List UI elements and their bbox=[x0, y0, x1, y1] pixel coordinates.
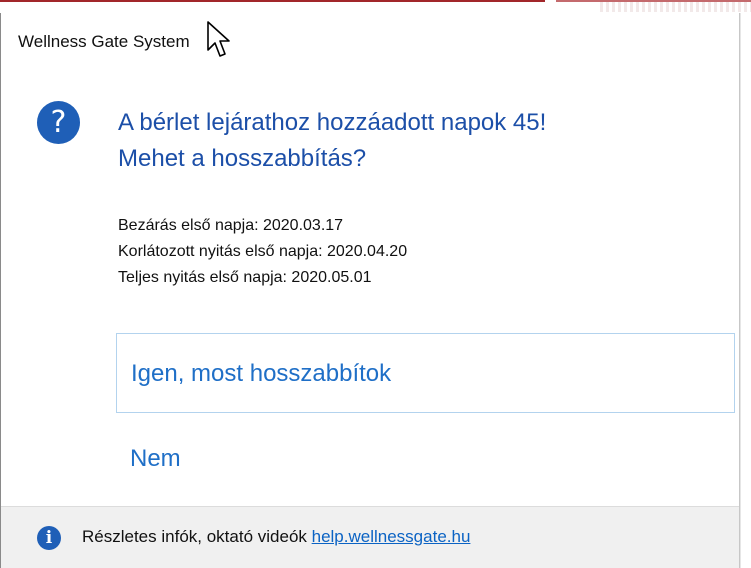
no-label: Nem bbox=[130, 445, 181, 472]
question-icon: ? bbox=[37, 101, 80, 144]
task-dialog: Wellness Gate System ? A bérlet lejárath… bbox=[0, 13, 740, 568]
content-text: Bezárás első napja: 2020.03.17 Korlátozo… bbox=[118, 213, 407, 291]
screen: Wellness Gate System ? A bérlet lejárath… bbox=[0, 0, 751, 568]
mouse-pointer-icon bbox=[207, 21, 230, 57]
content-line-full-opening: Teljes nyitás első napja: 2020.05.01 bbox=[118, 269, 372, 286]
main-instruction-line-2: Mehet a hosszabbítás? bbox=[118, 145, 367, 172]
background-accent-line bbox=[0, 0, 545, 2]
extend-now-button[interactable]: Igen, most hosszabbítok bbox=[116, 333, 735, 413]
dialog-footer: i Részletes infók, oktató videók help.we… bbox=[1, 506, 739, 568]
content-line-limited-opening: Korlátozott nyitás első napja: 2020.04.2… bbox=[118, 243, 408, 260]
main-instruction-line-1: A bérlet lejárathoz hozzáadott napok 45! bbox=[118, 109, 547, 136]
background-window-edge bbox=[0, 0, 751, 14]
footer-text: Részletes infók, oktató videók help.well… bbox=[82, 527, 470, 547]
no-button[interactable]: Nem bbox=[116, 423, 735, 495]
extend-now-label: Igen, most hosszabbítok bbox=[131, 360, 392, 387]
footer-label: Részletes infók, oktató videók bbox=[82, 527, 312, 546]
help-link[interactable]: help.wellnessgate.hu bbox=[312, 527, 471, 546]
window-title: Wellness Gate System bbox=[18, 32, 190, 51]
main-instruction: A bérlet lejárathoz hozzáadott napok 45!… bbox=[118, 105, 728, 177]
title-bar[interactable]: Wellness Gate System bbox=[1, 13, 739, 69]
background-content bbox=[600, 2, 751, 12]
background-window-edge-right bbox=[740, 13, 751, 568]
content-line-closure: Bezárás első napja: 2020.03.17 bbox=[118, 217, 344, 234]
info-icon: i bbox=[37, 526, 61, 550]
